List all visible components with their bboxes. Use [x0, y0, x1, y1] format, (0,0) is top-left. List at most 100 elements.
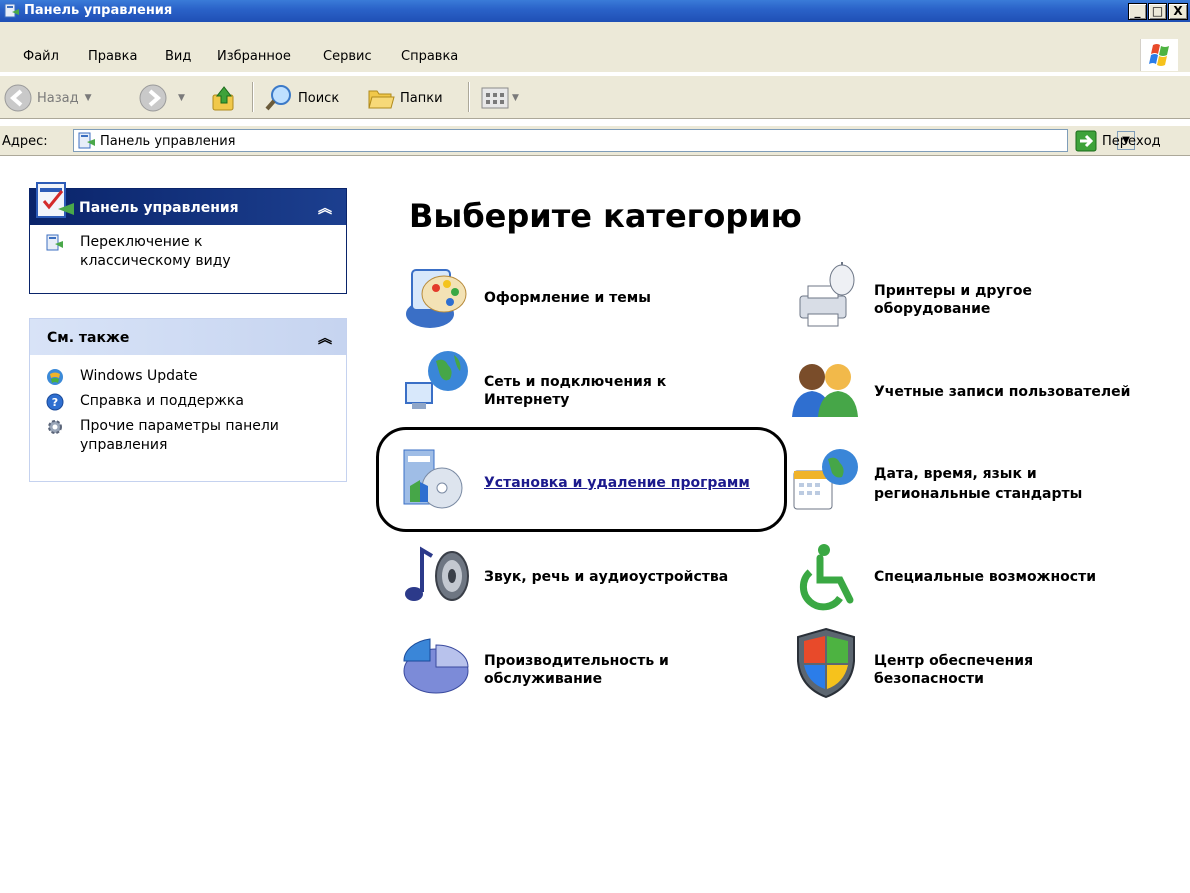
category-label: Дата, время, язык и — [874, 466, 1037, 482]
category-security-center[interactable]: Центр обеспечения безопасности — [790, 627, 1170, 707]
search-button[interactable]: Поиск — [264, 82, 339, 114]
appearance-palette-icon — [406, 269, 467, 328]
category-label: Принтеры и другое — [874, 283, 1032, 299]
menu-favorites[interactable]: Избранное — [217, 49, 291, 64]
address-bar: Адрес: Панель управления ▼ Переход — [0, 126, 1190, 156]
address-label: Адрес: — [2, 134, 48, 149]
category-appearance-themes[interactable]: Оформление и темы — [400, 262, 760, 337]
forward-arrow-icon — [139, 84, 167, 112]
chevron-down-icon[interactable]: ▼ — [178, 93, 185, 103]
category-label: безопасности — [874, 671, 984, 687]
folder-up-icon — [212, 86, 234, 111]
help-icon: ? — [46, 393, 64, 411]
go-arrow-icon — [1075, 130, 1097, 152]
maximize-button[interactable]: □ — [1148, 3, 1167, 20]
search-icon — [265, 85, 291, 111]
folders-button[interactable]: Папки — [366, 82, 443, 114]
category-label: Сеть и подключения к — [484, 374, 667, 390]
category-date-time-language[interactable]: Дата, время, язык и региональные стандар… — [790, 445, 1170, 525]
add-remove-programs-icon — [403, 449, 463, 509]
menu-view[interactable]: Вид — [165, 49, 191, 64]
panel-header[interactable]: См. также ︽ — [30, 319, 346, 355]
title-bar: Панель управления _ □ X — [0, 0, 1190, 22]
forward-button[interactable]: ▼ — [138, 82, 185, 114]
content-area: Панель управления ︽ Переключение к класс… — [0, 157, 1190, 893]
category-label: Специальные возможности — [874, 569, 1097, 585]
go-button[interactable]: Переход — [1075, 129, 1161, 153]
windows-logo-icon — [1140, 39, 1178, 71]
folder-icon — [368, 90, 395, 109]
sidebar-panel-see-also: См. также ︽ Windows Update ? Справка и п… — [29, 318, 347, 482]
minimize-button[interactable]: _ — [1128, 3, 1147, 20]
category-label: обслуживание — [484, 671, 603, 687]
control-panel-icon — [46, 234, 63, 251]
printer-icon — [799, 262, 855, 327]
sound-speaker-icon — [405, 546, 469, 601]
link-label: Windows Update — [80, 368, 198, 384]
back-button[interactable]: Назад ▼ — [3, 82, 92, 114]
collapse-icon[interactable]: ︽ — [318, 328, 332, 348]
folders-label: Папки — [400, 90, 443, 106]
go-label: Переход — [1102, 133, 1161, 149]
menu-edit[interactable]: Правка — [88, 49, 137, 64]
panel-body: Переключение к классическому виду — [30, 225, 346, 287]
performance-pie-icon — [403, 638, 469, 694]
up-button[interactable] — [210, 82, 238, 114]
category-user-accounts[interactable]: Учетные записи пользователей — [790, 355, 1170, 425]
collapse-icon[interactable]: ︽ — [318, 198, 332, 218]
panel-header[interactable]: Панель управления ︽ — [30, 182, 346, 225]
category-label: Звук, речь и аудиоустройства — [484, 569, 729, 585]
control-panel-icon — [4, 3, 19, 18]
category-label: Интернету — [484, 392, 570, 408]
link-label: Переключение к классическому виду — [80, 234, 231, 269]
views-button[interactable]: ▼ — [480, 82, 519, 114]
sidebar-panel-control: Панель управления ︽ Переключение к класс… — [29, 182, 347, 294]
back-arrow-icon — [4, 84, 32, 112]
category-label: Учетные записи пользователей — [874, 384, 1131, 400]
category-network-internet[interactable]: Сеть и подключения к Интернету — [400, 345, 760, 420]
date-time-globe-icon — [793, 449, 858, 510]
category-label: Установка и удаление программ — [484, 475, 750, 491]
svg-text:?: ? — [52, 396, 58, 409]
toolbar-separator — [468, 82, 470, 112]
window-title: Панель управления — [24, 3, 173, 18]
control-panel-icon — [36, 182, 74, 218]
category-sound-speech-audio[interactable]: Звук, речь и аудиоустройства — [400, 542, 780, 612]
security-shield-icon — [797, 627, 855, 699]
help-support-link[interactable]: ? Справка и поддержка — [46, 392, 334, 411]
panel-title: Панель управления — [79, 200, 239, 216]
menu-bar: Файл Правка Вид Избранное Сервис Справка — [0, 22, 1190, 72]
search-label: Поиск — [298, 90, 340, 106]
menu-help[interactable]: Справка — [401, 49, 458, 64]
address-input[interactable]: Панель управления ▼ — [73, 129, 1135, 152]
category-label: Оформление и темы — [484, 290, 651, 306]
panel-body: Windows Update ? Справка и поддержка Про… — [30, 355, 346, 471]
toolbar: Назад ▼ ▼ Поиск Папки ▼ — [0, 75, 1190, 119]
category-performance-maintenance[interactable]: Производительность и обслуживание — [400, 627, 780, 707]
link-label: Справка и поддержка — [80, 393, 244, 409]
category-label: Центр обеспечения — [874, 653, 1034, 669]
switch-classic-view-link[interactable]: Переключение к классическому виду — [46, 233, 334, 271]
category-label: региональные стандарты — [874, 486, 1083, 502]
views-grid-icon — [481, 87, 509, 109]
accessibility-icon — [799, 544, 854, 611]
menu-file[interactable]: Файл — [23, 49, 59, 64]
page-title: Выберите категорию — [409, 197, 802, 235]
chevron-down-icon[interactable]: ▼ — [512, 93, 519, 103]
chevron-down-icon[interactable]: ▼ — [85, 93, 92, 103]
windows-update-icon — [47, 369, 63, 385]
address-value: Панель управления — [100, 134, 236, 149]
category-printers-hardware[interactable]: Принтеры и другое оборудование — [790, 262, 1170, 337]
category-label: Производительность и — [484, 653, 669, 669]
windows-update-link[interactable]: Windows Update — [46, 367, 334, 386]
menu-tools[interactable]: Сервис — [323, 49, 372, 64]
close-button[interactable]: X — [1168, 3, 1188, 20]
back-label: Назад — [37, 90, 79, 106]
other-options-link[interactable]: Прочие параметры панели управления — [46, 417, 334, 455]
category-accessibility[interactable]: Специальные возможности — [790, 542, 1170, 612]
network-globe-icon — [405, 351, 468, 409]
gear-icon — [48, 420, 62, 434]
category-label: оборудование — [874, 301, 991, 317]
users-icon — [792, 364, 858, 417]
category-add-remove-programs[interactable]: Установка и удаление программ — [400, 442, 780, 517]
